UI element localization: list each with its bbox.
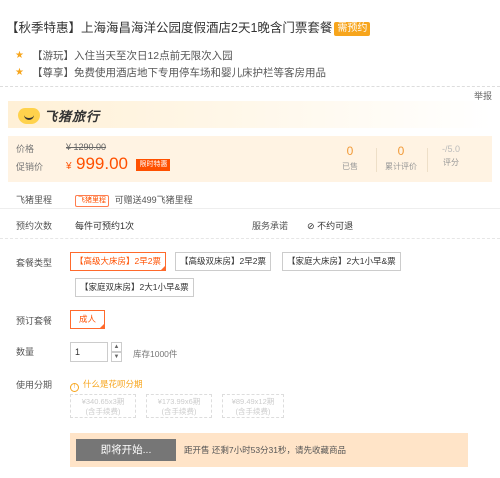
sale-start-bar: 即将开始... 距开售 还剩7小时53分31秒，请先收藏商品	[70, 433, 468, 467]
stock-text: 库存1000件	[133, 349, 178, 359]
original-price: ¥ 1290.00	[66, 142, 107, 152]
installment-amount: ¥173.99x6期	[157, 397, 201, 406]
installment-amount: ¥340.65x3期	[81, 397, 125, 406]
increment-button[interactable]: ▲	[111, 342, 122, 352]
installment-fee-note: (含手续费)	[161, 407, 197, 416]
review-count[interactable]: 0 累计评价	[381, 144, 421, 172]
installment-help-link[interactable]: ! 什么是花呗分期	[70, 378, 143, 392]
presale-badge: 需预约	[334, 22, 371, 36]
rating-label: 评分	[443, 158, 459, 167]
brand-name: 飞猪旅行	[44, 109, 101, 124]
installment-fee-note: (含手续费)	[85, 407, 121, 416]
rating: -/5.0 评分	[431, 144, 471, 168]
sold-value: 0	[346, 144, 354, 158]
promo-price-label: 促销价	[16, 162, 44, 172]
installment-help-text: 什么是花呗分期	[83, 379, 143, 389]
service-row: 服务承诺 ⊘ 不约可退	[252, 219, 353, 232]
product-title: 【秋季特惠】上海海昌海洋公园度假酒店2天1晚含门票套餐 需预约	[6, 19, 496, 37]
installment-amount: ¥89.49x12期	[231, 397, 275, 406]
installment-label: 使用分期	[16, 380, 53, 390]
price-panel: 价格 ¥ 1290.00 促销价 ¥ 999.00 限时特惠 0 已售 0 累计…	[8, 136, 492, 182]
package-option-adult[interactable]: 成人	[70, 310, 106, 329]
currency-symbol: ¥	[66, 161, 72, 172]
service-label: 服务承诺	[252, 221, 289, 231]
package-label: 预订套餐	[16, 316, 53, 326]
room-option-family-king[interactable]: 【家庭大床房】2大1小早&票	[282, 252, 401, 271]
quantity-label: 数量	[16, 347, 35, 357]
mileage-row: 飞猪里程 飞猪里程 可赠送499飞猪里程	[16, 193, 193, 207]
rating-value: -/5.0	[441, 144, 460, 154]
coming-soon-button[interactable]: 即将开始...	[76, 439, 176, 461]
brand-bar: 飞猪旅行	[8, 101, 492, 128]
promo-price: ¥ 999.00 限时特惠	[66, 154, 171, 174]
fliggy-logo: 飞猪旅行	[18, 106, 100, 125]
booking-label: 预约次数	[16, 221, 53, 231]
perk-tag: 【游玩】	[31, 50, 74, 62]
perks-list: ★ 【游玩】 入住当天至次日12点前无限次入园 ★ 【尊享】 免费使用酒店地下专…	[15, 48, 326, 82]
mileage-text: 可赠送499飞猪里程	[114, 195, 193, 205]
section-divider	[0, 238, 500, 239]
booking-value: 每件可预约1次	[75, 221, 135, 231]
sold-label: 已售	[342, 162, 358, 171]
review-label: 累计评价	[385, 162, 417, 171]
service-value: 不约可退	[317, 221, 354, 231]
booking-row: 预约次数 每件可预约1次	[16, 219, 134, 232]
decrement-button[interactable]: ▼	[111, 352, 122, 362]
stat-separator	[427, 148, 428, 172]
perk-tag: 【尊享】	[31, 67, 74, 79]
countdown-text: 距开售 还剩7小时53分31秒，请先收藏商品	[184, 445, 346, 455]
installment-option-6[interactable]: ¥173.99x6期 (含手续费)	[146, 394, 212, 418]
check-circle-icon: ⊘	[307, 221, 315, 231]
perk-item: ★ 【尊享】 免费使用酒店地下专用停车场和婴儿床护栏等客房用品	[15, 65, 326, 81]
perk-item: ★ 【游玩】 入住当天至次日12点前无限次入园	[15, 48, 326, 64]
promo-amount: 999.00	[76, 154, 129, 173]
star-icon: ★	[15, 67, 24, 78]
installment-option-12[interactable]: ¥89.49x12期 (含手续费)	[222, 394, 284, 418]
sold-count: 0 已售	[330, 144, 370, 172]
perk-text: 入住当天至次日12点前无限次入园	[73, 50, 233, 62]
room-option-deluxe-king[interactable]: 【高级大床房】2早2票	[70, 252, 166, 271]
star-icon: ★	[15, 50, 24, 61]
review-value: 0	[397, 144, 405, 158]
dashed-divider	[0, 86, 500, 87]
promo-tag: 限时特惠	[136, 159, 171, 171]
mileage-tag: 飞猪里程	[75, 195, 110, 207]
installment-option-3[interactable]: ¥340.65x3期 (含手续费)	[70, 394, 136, 418]
quantity-input[interactable]: 1	[70, 342, 108, 362]
mileage-label: 飞猪里程	[16, 195, 53, 205]
installment-fee-note: (含手续费)	[235, 407, 271, 416]
perk-text: 免费使用酒店地下专用停车场和婴儿床护栏等客房用品	[73, 67, 326, 79]
room-type-label: 套餐类型	[16, 258, 53, 268]
room-option-family-twin[interactable]: 【家庭双床房】2大1小早&票	[75, 278, 194, 297]
fliggy-cat-icon	[18, 107, 40, 124]
room-option-deluxe-twin[interactable]: 【高级双床房】2早2票	[175, 252, 271, 271]
info-icon: !	[70, 383, 79, 392]
original-price-label: 价格	[16, 144, 35, 154]
row-divider	[0, 208, 500, 209]
stat-separator	[376, 148, 377, 172]
product-title-text: 【秋季特惠】上海海昌海洋公园度假酒店2天1晚含门票套餐	[6, 21, 333, 35]
